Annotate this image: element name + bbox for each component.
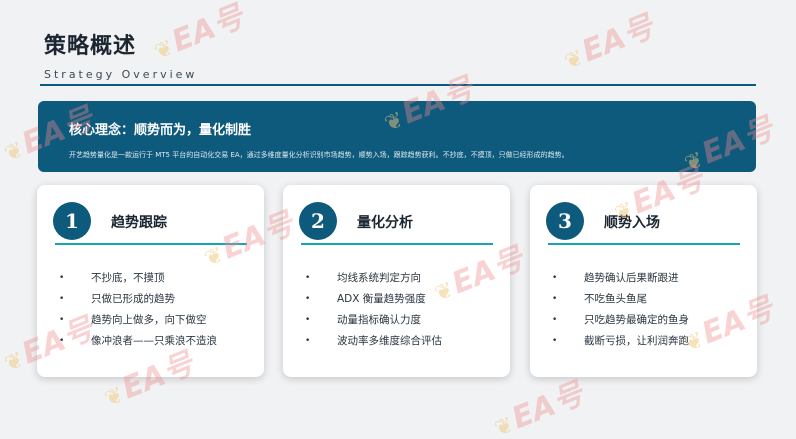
card-bullet-list: • 均线系统判定方向 • ADX 衡量趋势强度 • 动量指标确认力度 • 波动率多维度综… — [305, 267, 442, 351]
leaf-logo-icon: ❦ — [1, 347, 28, 378]
card-number-badge: 1 — [53, 202, 91, 240]
card-trend-following: 1 趋势跟踪 • 不抄底，不摸顶 • 只做已形成的趋势 • 趋势向上做多，向下做空 •… — [37, 185, 264, 377]
leaf-logo-icon: ❦ — [1, 137, 28, 168]
list-item: • 波动率多维度综合评估 — [305, 330, 442, 351]
header: 策略概述 Strategy Overview — [44, 28, 197, 81]
list-item: • ADX 衡量趋势强度 — [305, 288, 442, 309]
header-divider — [40, 84, 756, 86]
bullet-icon: • — [552, 272, 558, 283]
leaf-logo-icon: ❦ — [101, 382, 128, 413]
list-item-text: ADX 衡量趋势强度 — [337, 293, 426, 305]
banner-description: 开艺趋势量化是一款运行于 MT5 平台的自动化交易 EA，通过多维度量化分析识别… — [69, 151, 569, 159]
card-number-badge: 2 — [299, 202, 337, 240]
list-item: • 截断亏损，让利润奔跑 — [552, 330, 689, 351]
list-item: • 只做已形成的趋势 — [59, 288, 217, 309]
bullet-icon: • — [59, 335, 65, 346]
list-item: • 不抄底，不摸顶 — [59, 267, 217, 288]
list-item: • 趋势向上做多，向下做空 — [59, 309, 217, 330]
card-divider — [548, 243, 740, 245]
list-item: • 不吃鱼头鱼尾 — [552, 288, 689, 309]
card-bullet-list: • 趋势确认后果断跟进 • 不吃鱼头鱼尾 • 只吃趋势最确定的鱼身 • 截断亏损，让利润… — [552, 267, 689, 351]
bullet-icon: • — [305, 293, 311, 304]
bullet-icon: • — [305, 335, 311, 346]
leaf-logo-icon: ❦ — [491, 412, 518, 439]
list-item-text: 波动率多维度综合评估 — [337, 335, 442, 347]
bullet-icon: • — [305, 272, 311, 283]
list-item: • 动量指标确认力度 — [305, 309, 442, 330]
watermark-text: EA号 — [577, 9, 659, 70]
list-item-text: 像冲浪者——只乘浪不造浪 — [91, 335, 217, 347]
list-item-text: 趋势向上做多，向下做空 — [91, 314, 207, 326]
card-divider — [55, 243, 247, 245]
card-quant-analysis: 2 量化分析 • 均线系统判定方向 • ADX 衡量趋势强度 • 动量指标确认力度 •… — [283, 185, 510, 377]
bullet-icon: • — [552, 314, 558, 325]
list-item: • 只吃趋势最确定的鱼身 — [552, 309, 689, 330]
list-item-text: 只吃趋势最确定的鱼身 — [584, 314, 689, 326]
list-item-text: 均线系统判定方向 — [337, 272, 421, 284]
page-subtitle: Strategy Overview — [44, 68, 198, 81]
bullet-icon: • — [305, 314, 311, 325]
list-item-text: 不吃鱼头鱼尾 — [584, 293, 647, 305]
list-item: • 像冲浪者——只乘浪不造浪 — [59, 330, 217, 351]
list-item: • 均线系统判定方向 — [305, 267, 442, 288]
core-idea-banner: 核心理念：顺势而为，量化制胜 开艺趋势量化是一款运行于 MT5 平台的自动化交易… — [38, 101, 756, 172]
card-title: 趋势跟踪 — [111, 215, 167, 231]
bullet-icon: • — [59, 314, 65, 325]
bullet-icon: • — [59, 272, 65, 283]
list-item-text: 不抄底，不摸顶 — [91, 272, 165, 284]
list-item-text: 截断亏损，让利润奔跑 — [584, 335, 689, 347]
list-item-text: 只做已形成的趋势 — [91, 293, 175, 305]
list-item-text: 趋势确认后果断跟进 — [584, 272, 679, 284]
list-item: • 趋势确认后果断跟进 — [552, 267, 689, 288]
watermark: ❦EA号 — [485, 369, 589, 439]
bullet-icon: • — [59, 293, 65, 304]
card-bullet-list: • 不抄底，不摸顶 • 只做已形成的趋势 • 趋势向上做多，向下做空 • 像冲浪者——只… — [59, 267, 217, 351]
list-item-text: 动量指标确认力度 — [337, 314, 421, 326]
leaf-logo-icon: ❦ — [561, 45, 588, 76]
card-title: 量化分析 — [357, 215, 413, 231]
page-title: 策略概述 — [44, 33, 137, 59]
banner-title: 核心理念：顺势而为，量化制胜 — [69, 123, 252, 138]
bullet-icon: • — [552, 335, 558, 346]
card-trend-entry: 3 顺势入场 • 趋势确认后果断跟进 • 不吃鱼头鱼尾 • 只吃趋势最确定的鱼身 • 截… — [530, 185, 757, 377]
card-title: 顺势入场 — [604, 215, 660, 231]
card-number-badge: 3 — [546, 202, 584, 240]
watermark: ❦EA号 — [555, 2, 659, 78]
watermark-text: EA号 — [507, 376, 589, 437]
card-divider — [301, 243, 493, 245]
bullet-icon: • — [552, 293, 558, 304]
